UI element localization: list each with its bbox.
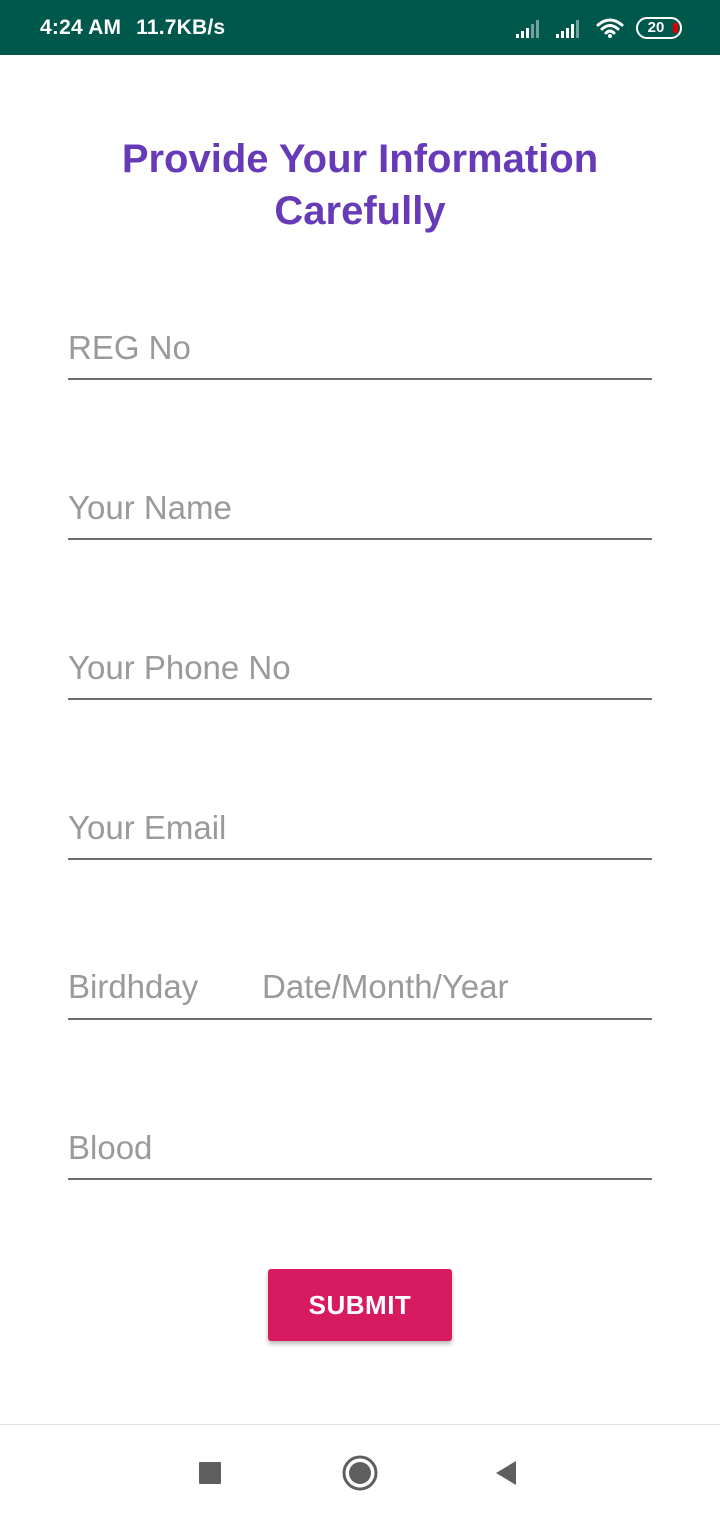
signal-icon — [516, 18, 544, 38]
status-time: 4:24 AM — [40, 15, 122, 39]
submit-button[interactable]: SUBMIT — [268, 1269, 452, 1341]
navigation-bar — [0, 1424, 720, 1520]
name-input[interactable] — [68, 486, 652, 530]
email-field — [68, 800, 652, 860]
back-button[interactable] — [486, 1453, 526, 1493]
recents-button[interactable] — [190, 1453, 230, 1493]
status-icons: 20 — [516, 16, 682, 39]
status-left: 4:24 AM 11.7KB/s — [40, 16, 225, 40]
battery-low-indicator — [673, 22, 678, 33]
email-input[interactable] — [68, 806, 652, 850]
page-title-line2: Carefully — [274, 189, 446, 233]
birthday-date-placeholder[interactable]: Date/Month/Year — [262, 968, 508, 1006]
birthday-field[interactable]: Birdhday Date/Month/Year — [68, 960, 652, 1020]
wifi-icon — [596, 17, 624, 39]
reg-no-input[interactable] — [68, 326, 652, 370]
network-speed: 11.7KB/s — [136, 15, 226, 39]
birthday-label: Birdhday — [68, 968, 199, 1005]
phone-field — [68, 640, 652, 700]
signal-icon — [556, 18, 584, 38]
battery-icon: 20 — [636, 16, 682, 39]
circle-icon — [342, 1455, 378, 1491]
page-title-line1: Provide Your Information — [121, 137, 599, 181]
square-icon — [199, 1462, 221, 1484]
name-field — [68, 480, 652, 540]
home-button[interactable] — [340, 1453, 380, 1493]
blood-field — [68, 1120, 652, 1180]
status-bar: 4:24 AM 11.7KB/s 20 — [0, 0, 720, 55]
phone-input[interactable] — [68, 646, 652, 690]
reg-no-field — [68, 320, 652, 380]
battery-level: 20 — [647, 19, 665, 36]
page-title: Provide Your Information Carefully — [0, 133, 720, 237]
triangle-back-icon — [496, 1461, 516, 1485]
blood-input[interactable] — [68, 1126, 652, 1170]
